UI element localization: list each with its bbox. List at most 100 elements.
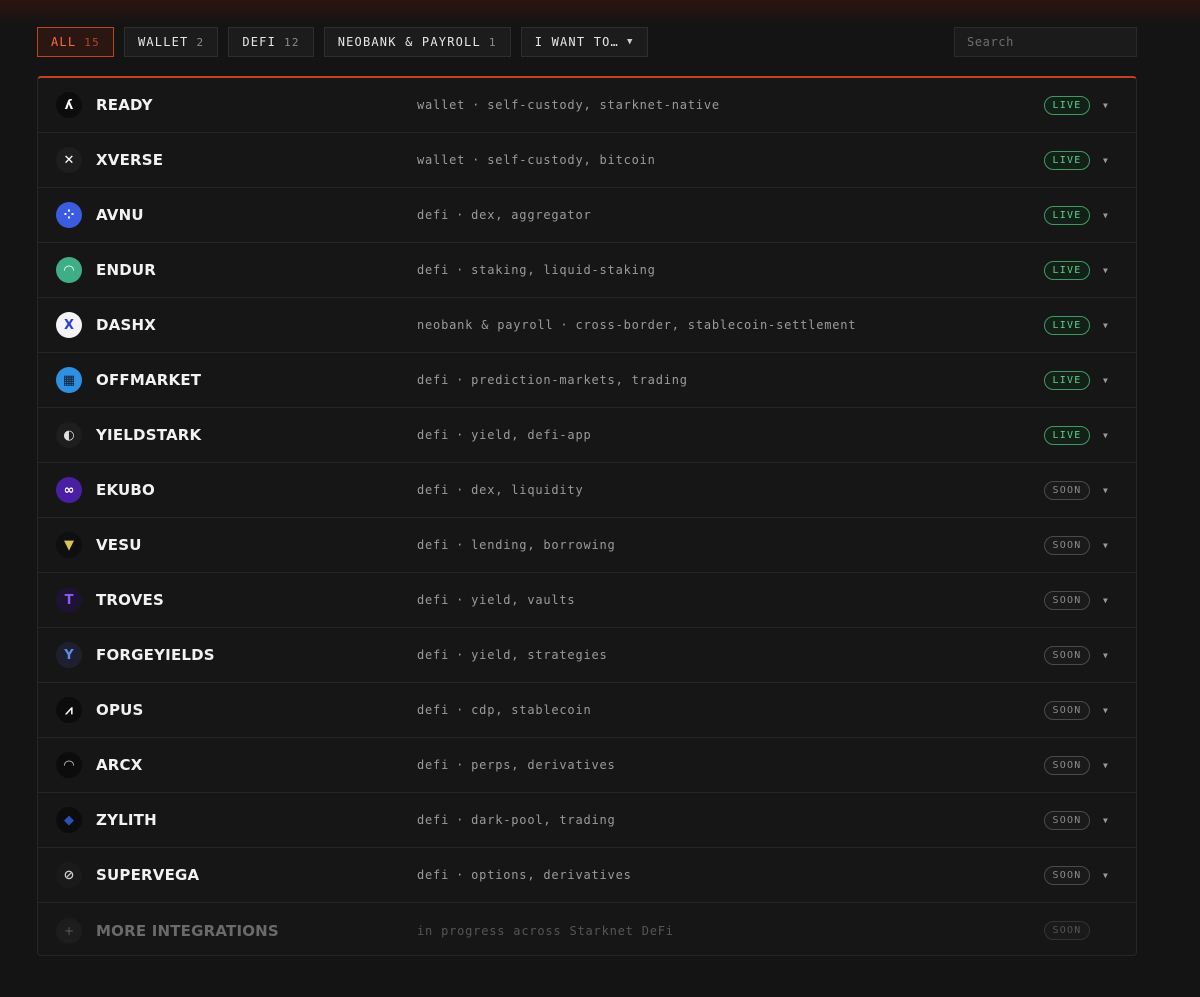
integration-tags: perps, derivatives [471, 758, 616, 772]
integration-category: wallet [417, 153, 466, 167]
integration-row[interactable]: ▼ VESU defi · lending, borrowing SOON ▼ [38, 518, 1136, 573]
troves-logo-icon: T [56, 587, 82, 613]
integration-name: MORE INTEGRATIONS [96, 921, 279, 940]
separator-dot: · [456, 538, 465, 552]
separator-dot: · [456, 813, 465, 827]
chevron-down-icon[interactable]: ▼ [1103, 266, 1108, 275]
filter-chip-all[interactable]: ALL 15 [37, 27, 114, 57]
integration-row[interactable]: ⩘ OPUS defi · cdp, stablecoin SOON ▼ [38, 683, 1136, 738]
integration-name: EKUBO [96, 481, 155, 499]
integration-name: FORGEYIELDS [96, 646, 215, 664]
filter-chip-count: 15 [84, 35, 100, 49]
status-badge: SOON [1044, 810, 1090, 830]
integration-row[interactable]: ◠ ARCX defi · perps, derivatives SOON ▼ [38, 738, 1136, 793]
integration-row[interactable]: ◆ ZYLITH defi · dark-pool, trading SOON ▼ [38, 793, 1136, 848]
filter-chip-neobank-payroll[interactable]: NEOBANK & PAYROLL 1 [323, 27, 511, 57]
integration-description: defi · yield, vaults [417, 593, 575, 607]
integration-category: defi [417, 208, 450, 222]
xverse-logo-icon: ✕ [56, 147, 82, 173]
filter-chip-wallet[interactable]: WALLET 2 [123, 27, 219, 57]
separator-dot: · [456, 263, 465, 277]
integration-description: defi · dex, aggregator [417, 208, 592, 222]
integration-tags: cdp, stablecoin [471, 703, 592, 717]
separator-dot: · [472, 98, 481, 112]
integration-tags: lending, borrowing [471, 538, 616, 552]
status-badge: LIVE [1044, 315, 1090, 335]
avnu-logo-icon: ⁘ [56, 202, 82, 228]
separator-dot: · [456, 428, 465, 442]
separator-dot: · [456, 208, 465, 222]
integration-description: defi · cdp, stablecoin [417, 703, 592, 717]
integration-row[interactable]: ◠ ENDUR defi · staking, liquid-staking LIVE ▼ [38, 243, 1136, 298]
chevron-down-icon[interactable]: ▼ [1103, 596, 1108, 605]
chevron-down-icon[interactable]: ▼ [1103, 486, 1108, 495]
offmarket-logo-icon: ▦ [56, 367, 82, 393]
integration-description: defi · staking, liquid-staking [417, 263, 656, 277]
integration-name: YIELDSTARK [96, 426, 202, 444]
integration-row[interactable]: ◐ YIELDSTARK defi · yield, defi-app LIVE ▼ [38, 408, 1136, 463]
integration-name: DASHX [96, 316, 156, 334]
integration-name: AVNU [96, 206, 144, 224]
status-badge: LIVE [1044, 205, 1090, 225]
filter-chip-defi[interactable]: DEFI 12 [228, 27, 314, 57]
chevron-down-icon[interactable]: ▼ [1103, 706, 1108, 715]
integration-row[interactable]: Y FORGEYIELDS defi · yield, strategies SOON ▼ [38, 628, 1136, 683]
chevron-down-icon[interactable]: ▼ [1103, 816, 1108, 825]
chevron-down-icon[interactable]: ▼ [1103, 431, 1108, 440]
integration-category: defi [417, 483, 450, 497]
integration-description: wallet · self-custody, starknet-native [417, 98, 720, 112]
integration-category: defi [417, 263, 450, 277]
status-badge: SOON [1044, 480, 1090, 500]
chevron-down-icon[interactable]: ▼ [1103, 541, 1108, 550]
chevron-down-icon[interactable]: ▼ [1103, 156, 1108, 165]
chevron-down-icon[interactable]: ▼ [1103, 761, 1108, 770]
status-badge: SOON [1044, 921, 1090, 940]
filter-bar: ALL 15 WALLET 2 DEFI 12 NEOBANK & PAYROL… [37, 27, 648, 57]
intent-dropdown[interactable]: I WANT TO… ▼ [520, 27, 648, 57]
yieldstark-logo-icon: ◐ [56, 422, 82, 448]
integration-row[interactable]: ∞ EKUBO defi · dex, liquidity SOON ▼ [38, 463, 1136, 518]
intent-dropdown-label: I WANT TO… [534, 35, 619, 49]
integration-category: defi [417, 868, 450, 882]
integration-name: VESU [96, 536, 142, 554]
integration-category: defi [417, 538, 450, 552]
integration-row[interactable]: T TROVES defi · yield, vaults SOON ▼ [38, 573, 1136, 628]
integration-row[interactable]: ʎ READY wallet · self-custody, starknet-nati… [38, 78, 1136, 133]
integration-tags: yield, vaults [471, 593, 576, 607]
search-input[interactable] [954, 27, 1137, 57]
integration-description: defi · options, derivatives [417, 868, 632, 882]
ekubo-logo-icon: ∞ [56, 477, 82, 503]
integration-tags: staking, liquid-staking [471, 263, 656, 277]
status-badge: SOON [1044, 755, 1090, 775]
integration-tags: yield, defi-app [471, 428, 592, 442]
integration-description: defi · yield, defi-app [417, 428, 592, 442]
vesu-logo-icon: ▼ [56, 532, 82, 558]
opus-logo-icon: ⩘ [56, 697, 82, 723]
integration-tags: dex, aggregator [471, 208, 592, 222]
integration-category: defi [417, 428, 450, 442]
separator-dot: · [456, 373, 465, 387]
separator-dot: · [456, 648, 465, 662]
integration-category: defi [417, 758, 450, 772]
integration-row[interactable]: X DASHX neobank & payroll · cross-border, st… [38, 298, 1136, 353]
integration-name: TROVES [96, 591, 164, 609]
integration-category: wallet [417, 98, 466, 112]
integration-row[interactable]: ✕ XVERSE wallet · self-custody, bitcoin LIVE ▼ [38, 133, 1136, 188]
status-badge: LIVE [1044, 260, 1090, 280]
supervega-logo-icon: ⊘ [56, 862, 82, 888]
integration-row[interactable]: ▦ OFFMARKET defi · prediction-markets, tradi… [38, 353, 1136, 408]
chevron-down-icon[interactable]: ▼ [1103, 871, 1108, 880]
integration-row[interactable]: ⊘ SUPERVEGA defi · options, derivatives SOON ▼ [38, 848, 1136, 903]
chevron-down-icon[interactable]: ▼ [1103, 651, 1108, 660]
integrations-list: ʎ READY wallet · self-custody, starknet-nati… [37, 76, 1137, 956]
integration-name: ARCX [96, 756, 143, 774]
chevron-down-icon[interactable]: ▼ [1103, 211, 1108, 220]
integration-category: defi [417, 593, 450, 607]
integration-tags: dark-pool, trading [471, 813, 616, 827]
chevron-down-icon[interactable]: ▼ [1103, 376, 1108, 385]
chevron-down-icon[interactable]: ▼ [1103, 101, 1108, 110]
integration-row[interactable]: ⁘ AVNU defi · dex, aggregator LIVE ▼ [38, 188, 1136, 243]
integration-description: in progress across Starknet DeFi [417, 923, 674, 938]
chevron-down-icon[interactable]: ▼ [1103, 321, 1108, 330]
integration-name: ENDUR [96, 261, 156, 279]
